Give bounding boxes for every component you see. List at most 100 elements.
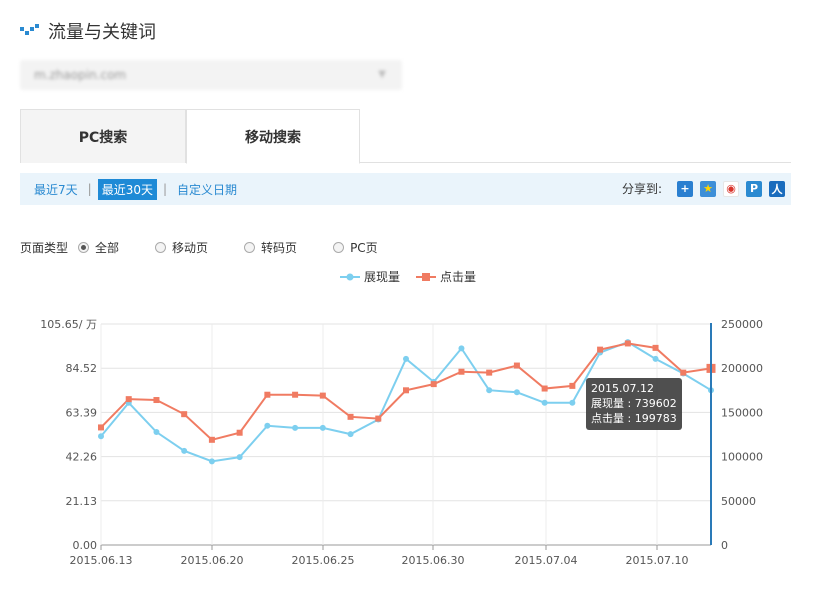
y-left-tick-label: 0.00 <box>73 539 98 552</box>
pengyou-icon[interactable]: P <box>746 180 762 197</box>
clicks-point <box>486 369 493 376</box>
impressions-point <box>153 429 160 436</box>
chevron-down-icon: ▼ <box>378 69 386 80</box>
clicks-point <box>125 396 132 403</box>
radio-label: PC页 <box>350 240 378 255</box>
clicks-point <box>541 385 548 392</box>
y-left-tick-label: 21.13 <box>66 495 98 508</box>
tab-mobile-search[interactable]: 移动搜索 <box>186 109 360 164</box>
tooltip-clicks: 点击量 : 199783 <box>591 412 677 425</box>
y-right-tick-label: 250000 <box>721 318 763 331</box>
hover-indicator-line <box>710 323 712 545</box>
range-custom-date[interactable]: 自定义日期 <box>173 179 241 200</box>
chart-tooltip: 2015.07.12 展现量 : 739602 点击量 : 199783 <box>586 378 682 430</box>
date-range-bar: 最近7天 | 最近30天 | 自定义日期 分享到: + ★ ◉ P 人 <box>20 173 791 205</box>
x-tick-label: 2015.06.30 <box>402 554 465 567</box>
impressions-point <box>292 424 299 431</box>
radio-unchecked-icon <box>244 241 256 253</box>
clicks-point <box>680 369 687 376</box>
legend-clicks-marker <box>416 272 437 281</box>
y-left-tick-label: 42.26 <box>66 451 98 464</box>
radio-checked-icon <box>78 241 90 253</box>
clicks-point <box>375 415 382 422</box>
impressions-point <box>98 433 104 440</box>
impressions-point <box>181 447 188 454</box>
radio-unchecked-icon <box>155 241 167 253</box>
clicks-point <box>153 397 160 404</box>
clicks-point <box>319 392 326 399</box>
clicks-point <box>347 413 354 420</box>
radio-label: 移动页 <box>172 240 209 255</box>
traffic-line-chart: 105.65/ 万 250000 84.52 200000 63.39 150000 42.… <box>40 318 763 567</box>
impressions-point <box>541 399 548 406</box>
y-right-tick-label: 150000 <box>721 406 763 419</box>
impressions-point <box>264 422 271 429</box>
clicks-point <box>236 429 243 436</box>
search-tab-bar: PC搜索 移动搜索 <box>20 109 791 164</box>
site-select[interactable]: m.zhaopin.com ▼ <box>20 60 402 90</box>
radio-all[interactable]: 全部 <box>78 239 119 256</box>
impressions-point <box>236 454 243 461</box>
site-select-value: m.zhaopin.com <box>34 68 127 82</box>
tooltip-date: 2015.07.12 <box>591 382 654 395</box>
chart-logo-icon <box>20 24 39 35</box>
chart-legend: 展现量 点击量 <box>340 268 492 285</box>
radio-unchecked-icon <box>333 241 345 253</box>
y-right-tick-label: 200000 <box>721 362 763 375</box>
share-label: 分享到: <box>621 182 662 196</box>
page-title: 流量与关键词 <box>48 22 156 43</box>
radio-label: 全部 <box>95 240 120 255</box>
radio-mobile-page[interactable]: 移动页 <box>155 239 208 256</box>
legend-impressions[interactable]: 展现量 <box>340 268 400 285</box>
impressions-point <box>569 399 576 406</box>
x-tick-label: 2015.07.10 <box>626 554 689 567</box>
impressions-point <box>652 355 659 362</box>
clicks-point <box>292 391 299 398</box>
clicks-point <box>208 436 215 443</box>
legend-label: 点击量 <box>440 270 477 284</box>
y-left-tick-label: 63.39 <box>66 406 98 419</box>
section-header: 流量与关键词 <box>20 18 156 44</box>
y-right-tick-label: 100000 <box>721 451 763 464</box>
clicks-point <box>403 387 409 394</box>
clicks-point <box>458 368 465 375</box>
clicks-point <box>264 391 271 398</box>
clicks-point <box>569 382 576 389</box>
x-tick-label: 2015.06.13 <box>70 554 133 567</box>
impressions-point <box>486 387 493 394</box>
impressions-point <box>319 424 326 431</box>
x-tick-label: 2015.06.20 <box>181 554 244 567</box>
tooltip-impressions: 展现量 : 739602 <box>591 397 677 410</box>
qzone-icon[interactable]: ★ <box>700 180 716 197</box>
impressions-point <box>403 355 409 362</box>
plus-share-icon[interactable]: + <box>677 180 693 197</box>
tab-pc-search[interactable]: PC搜索 <box>20 109 186 163</box>
clicks-point <box>624 340 631 347</box>
y-right-tick-label: 50000 <box>721 495 756 508</box>
clicks-point <box>98 424 104 431</box>
page-type-filter: 页面类型 全部 移动页 转码页 PC页 <box>20 238 414 256</box>
y-left-tick-label: 84.52 <box>66 362 98 375</box>
range-last-30-days[interactable]: 最近30天 <box>97 178 157 200</box>
y-right-tick-label: 0 <box>721 539 728 552</box>
radio-transcode-page[interactable]: 转码页 <box>244 239 297 256</box>
radio-label: 转码页 <box>261 240 298 255</box>
share-group: 分享到: + ★ ◉ P 人 <box>622 180 785 197</box>
radio-pc-page[interactable]: PC页 <box>333 239 378 256</box>
range-divider: | <box>87 182 92 196</box>
page-type-label: 页面类型 <box>20 240 69 255</box>
impressions-point <box>208 458 215 465</box>
range-last-7-days[interactable]: 最近7天 <box>30 179 82 200</box>
clicks-point <box>652 344 659 351</box>
clicks-point <box>430 381 437 388</box>
x-tick-label: 2015.06.25 <box>292 554 355 567</box>
clicks-point <box>181 411 188 418</box>
y-left-tick-label: 105.65/ 万 <box>40 318 97 331</box>
clicks-point <box>513 362 520 369</box>
legend-clicks[interactable]: 点击量 <box>416 268 476 285</box>
clicks-point <box>597 346 604 353</box>
impressions-point <box>513 389 520 396</box>
weibo-icon[interactable]: ◉ <box>723 180 739 197</box>
impressions-point <box>347 431 354 438</box>
renren-icon[interactable]: 人 <box>769 180 785 197</box>
